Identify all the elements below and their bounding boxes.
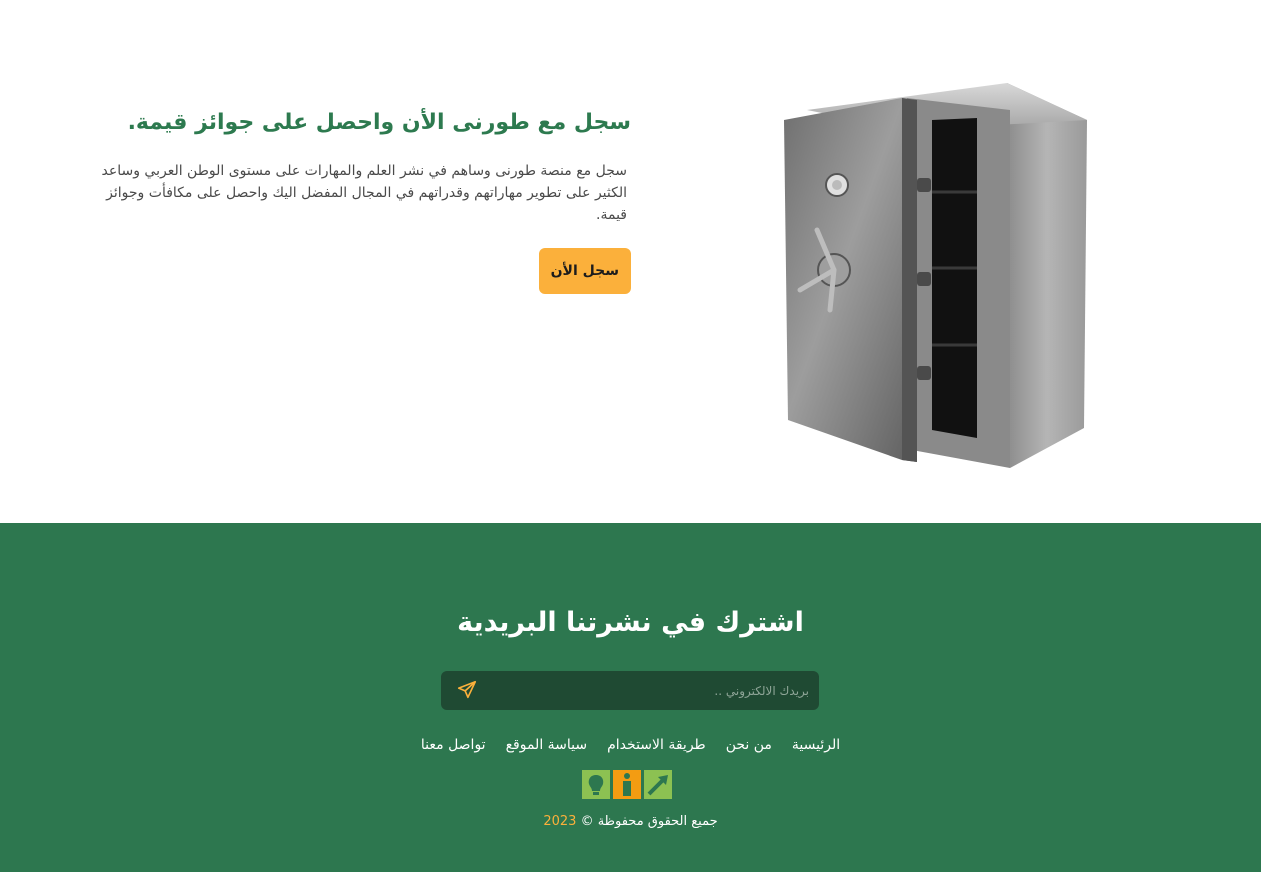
- footer-nav: الرئيسية من نحن طريقة الاستخدام سياسة ال…: [0, 735, 1261, 755]
- hero-title: سجل مع طورنى الأن واحصل على جوائز قيمة.: [127, 110, 631, 135]
- newsletter-form: [441, 671, 819, 710]
- hero-text: سجل مع طورنى الأن واحصل على جوائز قيمة. …: [86, 108, 631, 294]
- copyright-text: جميع الحقوق محفوظة ©: [580, 814, 718, 829]
- footer: اشترك في نشرتنا البريدية الرئيسية من نحن…: [0, 523, 1261, 872]
- logo-arrow-icon: [644, 770, 672, 799]
- hero-description: سجل مع منصة طورنى وساهم في نشر العلم وال…: [101, 163, 628, 223]
- newsletter-title: اشترك في نشرتنا البريدية: [457, 607, 804, 638]
- hero-section: سجل مع طورنى الأن واحصل على جوائز قيمة. …: [0, 0, 1261, 523]
- email-input[interactable]: [499, 671, 819, 710]
- copyright-year: 2023: [543, 814, 577, 829]
- register-now-button[interactable]: سجل الأن: [538, 248, 631, 294]
- copyright: جميع الحقوق محفوظة © 2023: [0, 812, 1261, 832]
- send-button[interactable]: [455, 679, 479, 703]
- paper-plane-icon: [456, 680, 478, 704]
- footer-link-contact[interactable]: تواصل معنا: [421, 735, 486, 755]
- site-logo: [582, 770, 672, 799]
- footer-link-policy[interactable]: سياسة الموقع: [506, 735, 588, 755]
- safe-illustration: [772, 80, 1092, 472]
- footer-link-how-to-use[interactable]: طريقة الاستخدام: [607, 735, 706, 755]
- logo-person-icon: [613, 770, 641, 799]
- page: سجل مع طورنى الأن واحصل على جوائز قيمة. …: [0, 0, 1261, 872]
- footer-link-home[interactable]: الرئيسية: [792, 735, 840, 755]
- logo-bulb-icon: [582, 770, 610, 799]
- footer-link-about[interactable]: من نحن: [726, 735, 772, 755]
